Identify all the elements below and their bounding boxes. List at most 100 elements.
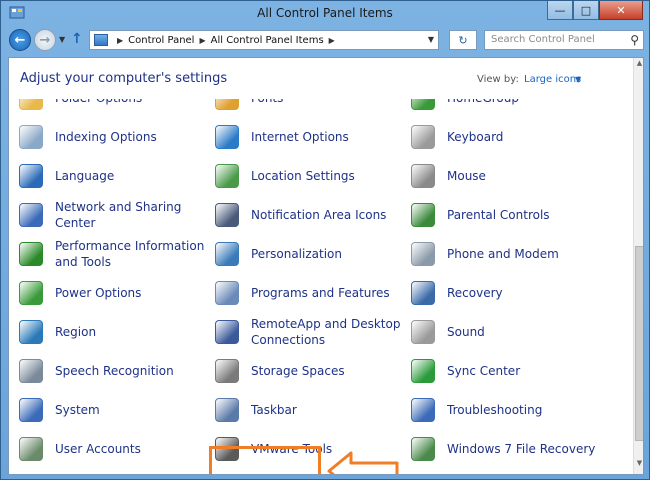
control-panel-item-label: Fonts xyxy=(251,99,401,106)
control-panel-item[interactable]: Recovery xyxy=(401,274,591,312)
troubleshooting-icon xyxy=(411,398,435,422)
pointer-arrow-icon xyxy=(327,451,399,474)
control-panel-item-label: Network and Sharing Center xyxy=(55,200,182,230)
control-panel-item[interactable]: Storage Spaces xyxy=(205,352,395,390)
maximize-button[interactable]: □ xyxy=(573,1,599,20)
sync-center-icon xyxy=(411,359,435,383)
view-by-label: View by: xyxy=(477,74,519,85)
control-panel-item-label: Region xyxy=(55,325,97,339)
back-button[interactable]: ← xyxy=(9,29,31,51)
search-input[interactable]: Search Control Panel ⚲ xyxy=(484,30,644,50)
caption-buttons: — □ ✕ xyxy=(547,1,643,21)
control-panel-item[interactable]: Personalization xyxy=(205,235,395,273)
up-arrow-icon[interactable]: ↑ xyxy=(71,31,83,47)
control-panel-item-label: Mouse xyxy=(447,169,486,183)
control-panel-item[interactable]: Internet Options xyxy=(205,118,395,156)
content-pane: Adjust your computer's settings View by:… xyxy=(8,57,644,475)
control-panel-item-label: HomeGroup xyxy=(447,99,597,106)
scroll-up-arrow-icon[interactable]: ▲ xyxy=(635,59,643,73)
control-panel-item[interactable]: Taskbar xyxy=(205,391,395,429)
control-panel-item-label: User Accounts xyxy=(55,442,141,456)
page-heading: Adjust your computer's settings xyxy=(20,71,228,86)
control-panel-item[interactable]: Fonts xyxy=(205,99,395,117)
control-panel-item[interactable]: Keyboard xyxy=(401,118,591,156)
control-panel-item[interactable]: System xyxy=(9,391,199,429)
breadcrumb-separator-icon[interactable]: ▶ xyxy=(199,36,205,45)
control-panel-item[interactable]: Sync Center xyxy=(401,352,591,390)
forward-arrow-icon: → xyxy=(39,32,51,48)
breadcrumb-all-items[interactable]: All Control Panel Items xyxy=(211,35,324,46)
view-by-dropdown[interactable]: Large icons xyxy=(524,74,581,85)
control-panel-item-label: Internet Options xyxy=(251,130,349,144)
phone-modem-icon xyxy=(411,242,435,266)
control-panel-item-label: Indexing Options xyxy=(55,130,157,144)
recent-pages-dropdown-icon[interactable]: ▼ xyxy=(59,35,65,44)
minimize-button[interactable]: — xyxy=(547,1,573,20)
folder-options-icon xyxy=(19,99,43,110)
control-panel-item[interactable]: Network and Sharing Center xyxy=(9,196,199,234)
control-panel-item-label: Location Settings xyxy=(251,169,355,183)
control-panel-item[interactable]: Region xyxy=(9,313,199,351)
navigation-bar: ← → ▼ ↑ ▶ Control Panel ▶ All Control Pa… xyxy=(1,27,649,53)
address-dropdown-icon[interactable]: ▼ xyxy=(428,35,434,44)
control-panel-item-label: Language xyxy=(55,169,115,183)
search-icon[interactable]: ⚲ xyxy=(630,33,639,47)
address-bar[interactable]: ▶ Control Panel ▶ All Control Panel Item… xyxy=(89,30,439,50)
control-panel-item[interactable]: Location Settings xyxy=(205,157,395,195)
title-bar[interactable]: All Control Panel Items — □ ✕ xyxy=(1,1,649,27)
control-panel-item[interactable]: Parental Controls xyxy=(401,196,591,234)
control-panel-item-label: Troubleshooting xyxy=(447,403,543,417)
region-icon xyxy=(19,320,43,344)
control-panel-item-label: System xyxy=(55,403,100,417)
parental-controls-icon xyxy=(411,203,435,227)
control-panel-item[interactable]: Windows 7 File Recovery xyxy=(401,430,595,468)
location-settings-icon xyxy=(215,164,239,188)
remoteapp-icon xyxy=(215,320,239,344)
storage-spaces-icon xyxy=(215,359,239,383)
mouse-icon xyxy=(411,164,435,188)
scroll-down-arrow-icon[interactable]: ▼ xyxy=(635,459,643,473)
control-panel-item[interactable]: Performance Information and Tools xyxy=(9,235,204,273)
control-panel-window: All Control Panel Items — □ ✕ ← → ▼ ↑ ▶ … xyxy=(0,0,650,480)
control-panel-item-label: Performance Information and Tools xyxy=(55,239,205,269)
control-panel-item[interactable]: RemoteApp and Desktop Connections xyxy=(205,313,400,351)
control-panel-item[interactable]: Phone and Modem xyxy=(401,235,591,273)
control-panel-item[interactable]: Language xyxy=(9,157,199,195)
control-panel-item[interactable]: Sound xyxy=(401,313,591,351)
breadcrumb-separator-icon[interactable]: ▶ xyxy=(117,36,123,45)
view-by-dropdown-arrow-icon[interactable]: ▼ xyxy=(575,75,581,84)
breadcrumb-control-panel[interactable]: Control Panel xyxy=(128,35,194,46)
recovery-icon xyxy=(411,281,435,305)
control-panel-item-label: Recovery xyxy=(447,286,503,300)
control-panel-item[interactable]: User Accounts xyxy=(9,430,199,468)
control-panel-item[interactable]: Programs and Features xyxy=(205,274,395,312)
breadcrumb-separator-icon[interactable]: ▶ xyxy=(329,36,335,45)
scroll-thumb[interactable] xyxy=(635,246,643,441)
control-panel-item[interactable]: Troubleshooting xyxy=(401,391,591,429)
control-panel-item-label: Personalization xyxy=(251,247,342,261)
taskbar-icon xyxy=(215,398,239,422)
control-panel-item[interactable]: Folder Options xyxy=(9,99,199,117)
homegroup-icon xyxy=(411,99,435,110)
control-panel-item[interactable]: Speech Recognition xyxy=(9,352,199,390)
file-recovery-icon xyxy=(411,437,435,461)
control-panel-item[interactable]: HomeGroup xyxy=(401,99,591,117)
sound-icon xyxy=(411,320,435,344)
close-button[interactable]: ✕ xyxy=(599,1,643,20)
control-panel-small-icon xyxy=(94,34,108,46)
control-panel-item[interactable]: Mouse xyxy=(401,157,591,195)
control-panel-item-label: Power Options xyxy=(55,286,142,300)
forward-button[interactable]: → xyxy=(34,29,56,51)
control-panel-item[interactable]: Power Options xyxy=(9,274,199,312)
control-panel-item-label: RemoteApp and Desktop Connections xyxy=(251,317,401,347)
control-panel-item[interactable]: Indexing Options xyxy=(9,118,199,156)
control-panel-item-label: Programs and Features xyxy=(251,286,390,300)
vertical-scrollbar[interactable]: ▲ ▼ xyxy=(633,58,643,474)
programs-features-icon xyxy=(215,281,239,305)
refresh-button[interactable]: ↻ xyxy=(449,30,477,50)
control-panel-item[interactable]: Notification Area Icons xyxy=(205,196,395,234)
refresh-icon: ↻ xyxy=(458,33,468,47)
internet-options-icon xyxy=(215,125,239,149)
speech-recognition-icon xyxy=(19,359,43,383)
control-panel-item-label: Windows 7 File Recovery xyxy=(447,442,596,456)
